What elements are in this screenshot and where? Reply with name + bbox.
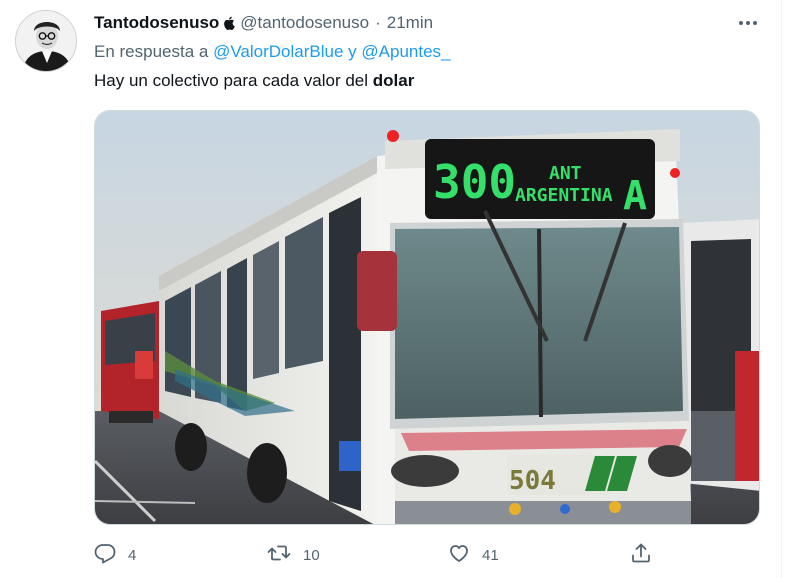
sign-number: 300 <box>433 155 516 209</box>
reply-prefix: En respuesta a <box>94 42 209 61</box>
tweet-text-main: Hay un colectivo para cada valor del <box>94 71 369 90</box>
apple-icon <box>223 16 236 30</box>
tweet: Tantodosenuso @tantodosenuso · 21min En … <box>0 0 782 578</box>
tweet-photo[interactable]: 300 ANT ARGENTINA A 504 <box>94 110 760 525</box>
more-icon[interactable] <box>736 12 760 34</box>
reply-icon <box>94 542 116 569</box>
bus-photo: 300 ANT ARGENTINA A 504 <box>95 111 759 524</box>
retweet-button[interactable]: 10 <box>267 540 320 570</box>
author-handle[interactable]: @tantodosenuso <box>240 13 369 33</box>
retweet-icon <box>267 542 291 569</box>
like-button[interactable]: 41 <box>448 540 499 570</box>
like-icon <box>448 542 470 569</box>
retweet-count: 10 <box>303 546 320 564</box>
tweet-text: Hay un colectivo para cada valor del dol… <box>94 71 414 91</box>
action-bar: 4 10 41 <box>94 540 654 570</box>
share-icon <box>630 542 652 569</box>
tweet-header: Tantodosenuso @tantodosenuso · 21min <box>94 12 433 34</box>
separator-dot: · <box>375 13 381 32</box>
tweet-timestamp[interactable]: 21min <box>387 13 433 33</box>
avatar[interactable] <box>15 10 77 72</box>
plate-number: 504 <box>509 466 556 496</box>
share-button[interactable] <box>630 540 652 570</box>
mention-valordolarblue[interactable]: @ValorDolarBlue <box>213 42 343 61</box>
like-count: 41 <box>482 546 499 564</box>
sign-line-1: ANT <box>549 163 582 184</box>
author-name[interactable]: Tantodosenuso <box>94 13 219 33</box>
mention-apuntes[interactable]: @Apuntes_ <box>361 42 450 61</box>
reply-conjunction: y <box>348 42 357 61</box>
reply-button[interactable]: 4 <box>94 540 136 570</box>
sign-line-2: ARGENTINA <box>515 185 613 206</box>
timeline-border <box>781 0 782 578</box>
sign-letter: A <box>623 173 647 219</box>
reply-count: 4 <box>128 546 137 564</box>
tweet-text-bold: dolar <box>372 71 415 90</box>
reply-context: En respuesta a @ValorDolarBlue y @Apunte… <box>94 42 451 62</box>
avatar-image <box>16 11 76 71</box>
